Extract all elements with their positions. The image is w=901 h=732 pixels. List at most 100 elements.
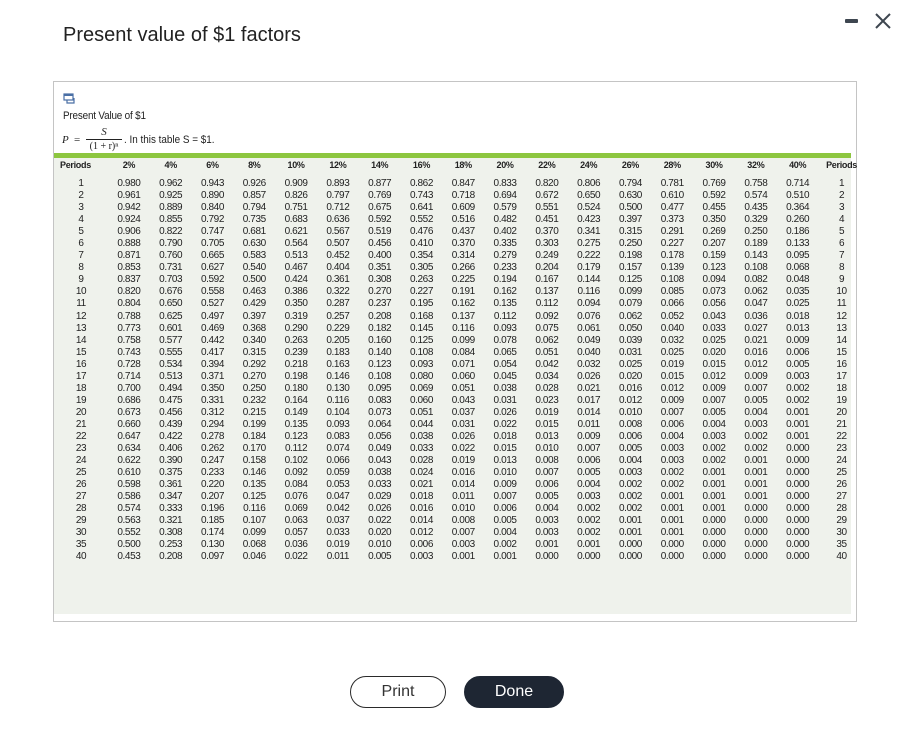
period-cell: 6 [78,238,84,250]
period-cell: 23 [836,443,847,455]
factor-cell: 0.005 [535,491,559,503]
table-row: 18 0.700 0.494 0.350 0.250 0.180 0.130 0.095 0.0… [54,383,865,395]
factor-cell: 0.198 [618,250,642,262]
factor-cell: 0.665 [200,250,224,262]
factor-cell: 0.321 [159,515,183,527]
period-cell: 14 [836,334,847,346]
factor-cell: 0.184 [242,431,266,442]
period-cell: 7 [838,250,845,262]
table-row: 1 0.980 0.962 0.943 0.926 0.909 0.893 0.877 0.86… [54,178,865,190]
factor-cell: 0.877 [368,178,392,190]
minimize-icon[interactable] [845,19,858,23]
factor-cell: 0.198 [284,370,308,382]
factor-cell: 0.026 [493,406,517,418]
factor-cell: 0.010 [535,443,559,455]
factor-cell: 0.143 [744,250,768,262]
popout-window-icon[interactable] [63,92,75,104]
factor-cell: 0.016 [744,346,768,358]
factor-cell: 0.168 [409,310,433,322]
close-icon[interactable] [873,9,893,31]
factor-cell: 0.370 [451,238,475,250]
period-cell: 3 [78,202,84,214]
factor-cell: 0.018 [409,491,433,503]
factor-cell: 0.760 [159,250,183,262]
factor-cell: 0.004 [702,418,726,430]
factor-cell: 0.007 [451,527,475,539]
factor-cell: 0.033 [702,322,726,334]
factor-cell: 0.331 [200,394,224,406]
factor-cell: 0.000 [744,515,768,527]
factor-cell: 0.137 [535,286,559,298]
factor-cell: 0.893 [326,178,350,190]
factor-cell: 0.482 [493,214,517,226]
period-cell: 2 [78,190,84,202]
factor-cell: 0.028 [409,455,433,467]
factor-cell: 0.163 [326,358,350,370]
factor-cell: 0.079 [618,298,642,310]
factor-cell: 0.519 [368,226,392,238]
factor-cell: 0.002 [618,491,642,503]
factor-cell: 0.000 [786,551,810,563]
formula-denominator: (1 + r)ⁿ [89,141,119,152]
column-header-rate: 26% [621,160,640,170]
factor-cell: 0.018 [786,310,810,322]
factor-cell: 0.075 [535,322,559,334]
factor-cell: 0.002 [618,503,642,515]
period-cell: 22 [836,431,847,442]
factor-cell: 0.002 [577,515,601,527]
factor-cell: 0.001 [744,491,768,503]
factor-cell: 0.009 [744,370,768,382]
factor-cell: 0.047 [326,491,350,503]
factor-cell: 0.116 [243,503,266,515]
factor-cell: 0.005 [744,394,768,406]
factor-cell: 0.215 [242,406,266,418]
factor-cell: 0.456 [368,238,392,250]
print-button[interactable]: Print [350,676,446,708]
factor-cell: 0.294 [200,418,224,430]
factor-cell: 0.747 [200,226,224,238]
period-cell: 2 [838,190,845,202]
factor-cell: 0.108 [660,274,684,286]
factor-cell: 0.452 [326,250,350,262]
factor-cell: 0.373 [660,214,684,226]
factor-cell: 0.040 [577,346,601,358]
factor-cell: 0.027 [744,322,768,334]
factor-cell: 0.840 [200,202,224,214]
factor-cell: 0.804 [117,298,141,310]
factor-cell: 0.683 [284,214,308,226]
factor-cell: 0.004 [535,503,559,515]
table-frame: Present Value of $1 P = S (1 + r)ⁿ . In … [53,81,857,622]
period-cell: 8 [78,262,84,274]
factor-cell: 0.257 [326,310,350,322]
factor-cell: 0.475 [159,394,183,406]
factor-cell: 0.006 [660,418,684,430]
factor-cell: 0.417 [200,346,224,358]
factor-cell: 0.435 [744,202,768,214]
factor-cell: 0.925 [159,190,183,202]
factor-cell: 0.847 [451,178,475,190]
factor-cell: 0.034 [535,370,559,382]
factor-cell: 0.004 [744,406,768,418]
factor-cell: 0.291 [660,226,684,238]
period-cell: 27 [836,491,847,503]
factor-cell: 0.008 [535,455,559,467]
factor-cell: 0.057 [284,527,308,539]
factor-cell: 0.005 [702,406,726,418]
factor-cell: 0.017 [577,394,601,406]
factor-cell: 0.050 [618,322,642,334]
factor-cell: 0.625 [159,310,183,322]
factor-cell: 0.361 [326,274,350,286]
table-row: 5 0.906 0.822 0.747 0.681 0.621 0.567 0.519 0.47… [54,226,865,238]
factor-cell: 0.083 [368,394,392,406]
factor-cell: 0.820 [117,286,141,298]
table-row: 25 0.610 0.375 0.233 0.146 0.092 0.059 0.038 0.0… [54,467,865,479]
period-cell: 15 [836,346,847,358]
period-cell: 11 [836,298,847,310]
factor-cell: 0.024 [409,467,433,479]
factor-cell: 0.232 [242,394,266,406]
factor-cell: 0.044 [409,418,433,430]
table-row: 15 0.743 0.555 0.417 0.315 0.239 0.183 0.140 0.1… [54,347,865,359]
factor-cell: 0.082 [744,274,768,286]
factor-cell: 0.660 [117,418,141,430]
done-button[interactable]: Done [464,676,564,708]
